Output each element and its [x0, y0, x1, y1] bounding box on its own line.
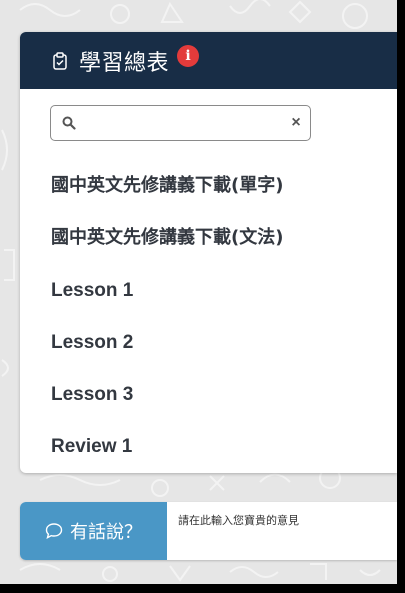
lesson-list: 國中英文先修講義下載(單字) 國中英文先修講義下載(文法) Lesson 1 L… [51, 163, 283, 473]
feedback-button[interactable]: 有話說？ [20, 502, 167, 560]
list-item[interactable]: 國中英文先修講義下載(文法) [51, 215, 283, 267]
chat-bubble-icon [45, 523, 63, 539]
clipboard-check-icon [53, 51, 67, 70]
list-item[interactable]: Review 1 [51, 424, 283, 473]
clear-search-icon[interactable]: × [290, 114, 302, 132]
search-icon [62, 116, 76, 130]
page-viewport: 學習總表 i × 國中英文先修講義下載(單字) 國中英文先修講義下載(文法) L… [0, 0, 397, 584]
feedback-input[interactable] [167, 502, 397, 560]
learning-summary-panel: 學習總表 i × 國中英文先修講義下載(單字) 國中英文先修講義下載(文法) L… [20, 32, 397, 473]
list-item[interactable]: Lesson 1 [51, 268, 283, 320]
search-input[interactable] [76, 109, 290, 137]
list-item[interactable]: 國中英文先修講義下載(單字) [51, 163, 283, 215]
page-title: 學習總表 [79, 50, 170, 76]
info-icon[interactable]: i [177, 44, 200, 67]
list-item[interactable]: Lesson 3 [51, 372, 283, 424]
feedback-button-label: 有話說？ [70, 522, 142, 543]
feedback-bar: 有話說？ [20, 502, 397, 560]
search-box: × [50, 105, 311, 141]
list-item[interactable]: Lesson 2 [51, 320, 283, 372]
panel-header: 學習總表 i [20, 32, 397, 89]
